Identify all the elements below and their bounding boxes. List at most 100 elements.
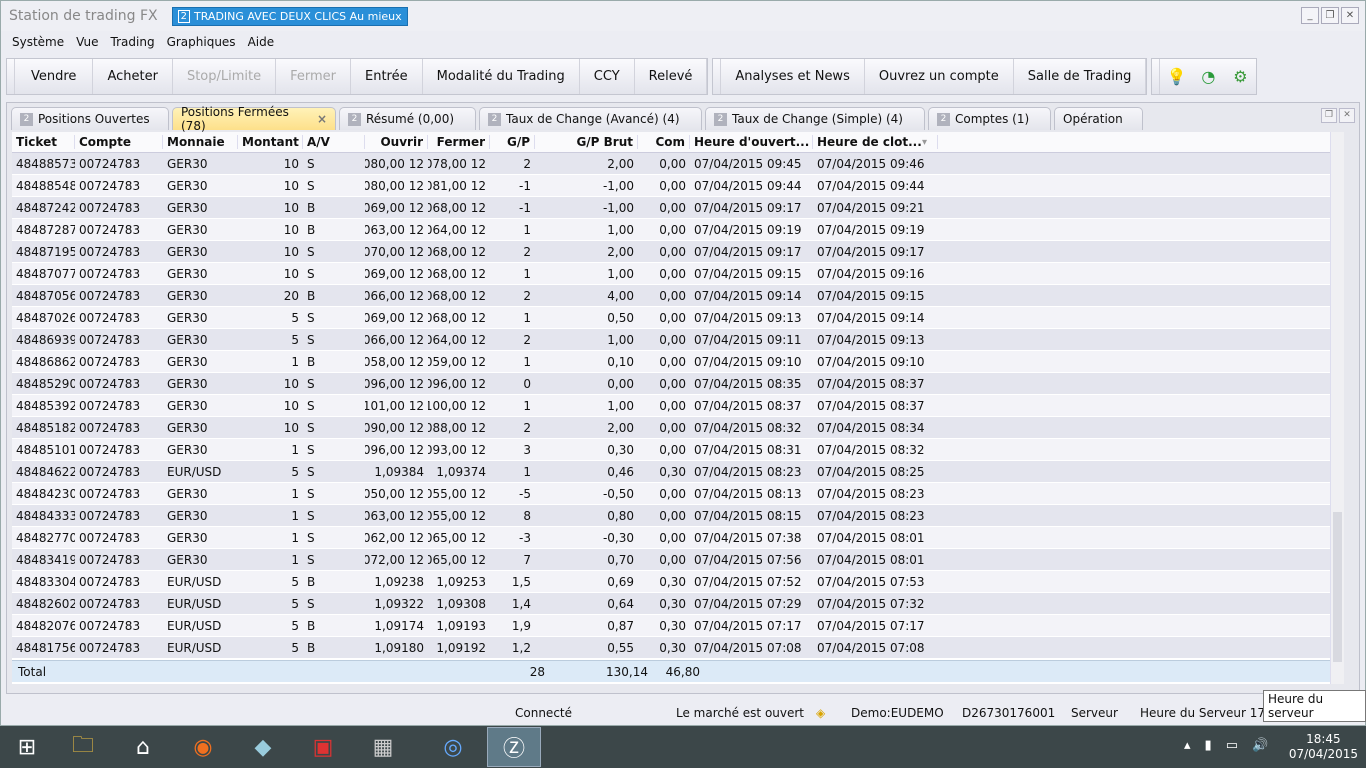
table-row[interactable]: 48481756 00724783 EUR/USD 5 B 1,09180 1,09192 1…	[12, 637, 1344, 659]
trading-mode-button[interactable]: Modalité du Trading	[423, 59, 580, 94]
table-cell: 1	[291, 486, 299, 501]
close-tab-icon[interactable]: ×	[317, 112, 327, 126]
table-cell: 10	[283, 200, 299, 215]
column-header[interactable]: Heure de clot...	[813, 135, 938, 149]
table-row[interactable]: 48485182 00724783 GER30 10 S 12 090,00 12 088,…	[12, 417, 1344, 439]
table-cell: S	[307, 244, 315, 259]
toolbar-grip[interactable]	[713, 59, 722, 94]
ccy-button[interactable]: CCY	[580, 59, 635, 94]
table-cell: 1	[291, 530, 299, 545]
column-header[interactable]: Montant	[238, 135, 303, 149]
table-cell: 2	[523, 420, 531, 435]
table-cell: 1,09374	[436, 464, 486, 479]
restore-panel-icon[interactable]: ❐	[1321, 108, 1337, 123]
tab-open-positions[interactable]: 2 Positions Ouvertes	[11, 107, 169, 130]
settings-icon[interactable]: ⚙	[1224, 59, 1256, 94]
tab-summary[interactable]: 2 Résumé (0,00)	[339, 107, 476, 130]
windows-start-icon[interactable]: ⊞	[0, 727, 54, 767]
table-cell: 12 096,00	[365, 376, 424, 391]
table-cell: 12 065,00	[428, 552, 486, 567]
battery-icon[interactable]: ▮	[1205, 738, 1212, 753]
menu-systeme[interactable]: Système	[12, 35, 64, 49]
analysis-news-button[interactable]: Analyses et News	[721, 59, 865, 94]
table-cell: 00724783	[79, 156, 141, 171]
menu-aide[interactable]: Aide	[248, 35, 275, 49]
column-header[interactable]: G/P Brut	[535, 135, 638, 149]
column-header[interactable]: Monnaie	[163, 135, 238, 149]
lightbulb-icon[interactable]: 💡	[1160, 59, 1192, 94]
file-explorer-icon[interactable]: 🗀	[56, 727, 110, 767]
column-header[interactable]: A/V	[303, 135, 365, 149]
table-row[interactable]: 48486939 00724783 GER30 5 S 12 066,00 12 064,0…	[12, 329, 1344, 351]
entry-button[interactable]: Entrée	[351, 59, 423, 94]
close-panel-icon[interactable]: ✕	[1339, 108, 1355, 123]
table-cell: 12 059,00	[428, 354, 486, 369]
column-header[interactable]: Ouvrir	[365, 135, 428, 149]
clock-icon[interactable]: ◔	[1192, 59, 1224, 94]
tab-rates-advanced[interactable]: 2 Taux de Change (Avancé) (4)	[479, 107, 702, 130]
buy-button[interactable]: Acheter	[93, 59, 173, 94]
calculator-icon[interactable]: ▦	[356, 727, 410, 767]
table-cell: 48486862	[16, 354, 75, 369]
clock[interactable]: 18:45 07/04/2015	[1289, 732, 1358, 762]
table-row[interactable]: 48484230 00724783 GER30 1 S 12 050,00 12 055,0…	[12, 483, 1344, 505]
trading-room-button[interactable]: Salle de Trading	[1014, 59, 1147, 94]
statement-button[interactable]: Relevé	[635, 59, 708, 94]
tab-accounts[interactable]: 2 Comptes (1)	[928, 107, 1051, 130]
two-click-trading-button[interactable]: 2 TRADING AVEC DEUX CLICS Au mieux	[171, 6, 408, 26]
table-row[interactable]: 48483304 00724783 EUR/USD 5 B 1,09238 1,09253 1…	[12, 571, 1344, 593]
table-row[interactable]: 48482770 00724783 GER30 1 S 12 062,00 12 065,0…	[12, 527, 1344, 549]
table-row[interactable]: 48487056 00724783 GER30 20 B 12 066,00 12 068,…	[12, 285, 1344, 307]
table-row[interactable]: 48488548 00724783 GER30 10 S 12 080,00 12 081,…	[12, 175, 1344, 197]
show-hidden-icons[interactable]: ▴	[1184, 738, 1191, 753]
table-row[interactable]: 48488573 00724783 GER30 10 S 12 080,00 12 078,…	[12, 153, 1344, 175]
table-row[interactable]: 48487287 00724783 GER30 10 B 12 063,00 12 064,…	[12, 219, 1344, 241]
table-row[interactable]: 48482602 00724783 EUR/USD 5 S 1,09322 1,09308 1…	[12, 593, 1344, 615]
column-header[interactable]: Heure d'ouvert...	[690, 135, 813, 149]
close-position-button[interactable]: Fermer	[276, 59, 351, 94]
table-row[interactable]: 48485101 00724783 GER30 1 S 12 096,00 12 093,0…	[12, 439, 1344, 461]
menu-trading[interactable]: Trading	[111, 35, 155, 49]
table-row[interactable]: 48485392 00724783 GER30 10 S 12 101,00 12 100,…	[12, 395, 1344, 417]
table-row[interactable]: 48483419 00724783 GER30 1 S 12 072,00 12 065,0…	[12, 549, 1344, 571]
firefox-icon[interactable]: ◉	[176, 727, 230, 767]
column-header[interactable]: Compte	[75, 135, 163, 149]
table-row[interactable]: 48487026 00724783 GER30 5 S 12 069,00 12 068,0…	[12, 307, 1344, 329]
table-row[interactable]: 48485290 00724783 GER30 10 S 12 096,00 12 096,…	[12, 373, 1344, 395]
app-icon[interactable]: ▣	[296, 727, 350, 767]
connection-status: Connecté	[515, 706, 572, 720]
toolbar-grip[interactable]	[7, 59, 15, 94]
table-row[interactable]: 48484333 00724783 GER30 1 S 12 063,00 12 055,0…	[12, 505, 1344, 527]
table-row[interactable]: 48484622 00724783 EUR/USD 5 S 1,09384 1,09374 1…	[12, 461, 1344, 483]
table-cell: 48487287	[16, 222, 75, 237]
chrome-icon[interactable]: ◎	[426, 727, 480, 767]
table-row[interactable]: 48487242 00724783 GER30 10 B 12 069,00 12 068,…	[12, 197, 1344, 219]
close-icon[interactable]: ✕	[1341, 7, 1359, 24]
toolbar-grip[interactable]	[1152, 59, 1161, 94]
column-header[interactable]: Fermer	[428, 135, 490, 149]
menu-vue[interactable]: Vue	[76, 35, 98, 49]
stop-limit-button[interactable]: Stop/Limite	[173, 59, 277, 94]
trading-station-icon[interactable]: Ⓩ	[487, 727, 541, 767]
tab-rates-simple[interactable]: 2 Taux de Change (Simple) (4)	[705, 107, 925, 130]
column-header[interactable]: G/P	[490, 135, 535, 149]
volume-icon[interactable]: 🔊	[1252, 738, 1268, 753]
tab-closed-positions[interactable]: Positions Fermées (78) ×	[172, 105, 336, 133]
table-row[interactable]: 48482076 00724783 EUR/USD 5 B 1,09174 1,09193 1…	[12, 615, 1344, 637]
table-row[interactable]: 48487077 00724783 GER30 10 S 12 069,00 12 068,…	[12, 263, 1344, 285]
restore-icon[interactable]: ❐	[1321, 7, 1339, 24]
app-icon[interactable]: ◆	[236, 727, 290, 767]
tab-operation[interactable]: Opération	[1054, 107, 1143, 130]
network-icon[interactable]: ▭	[1226, 738, 1238, 753]
table-row[interactable]: 48486862 00724783 GER30 1 B 12 058,00 12 059,0…	[12, 351, 1344, 373]
open-account-button[interactable]: Ouvrez un compte	[865, 59, 1014, 94]
column-header[interactable]: Com	[638, 135, 690, 149]
sell-button[interactable]: Vendre	[15, 59, 94, 94]
table-row[interactable]: 48487195 00724783 GER30 10 S 12 070,00 12 068,…	[12, 241, 1344, 263]
column-header[interactable]: Ticket	[12, 135, 75, 149]
scrollbar-thumb[interactable]	[1333, 512, 1342, 662]
minimize-icon[interactable]: _	[1301, 7, 1319, 24]
menu-graphiques[interactable]: Graphiques	[167, 35, 236, 49]
vertical-scrollbar[interactable]	[1330, 132, 1344, 684]
home-icon[interactable]: ⌂	[116, 727, 170, 767]
